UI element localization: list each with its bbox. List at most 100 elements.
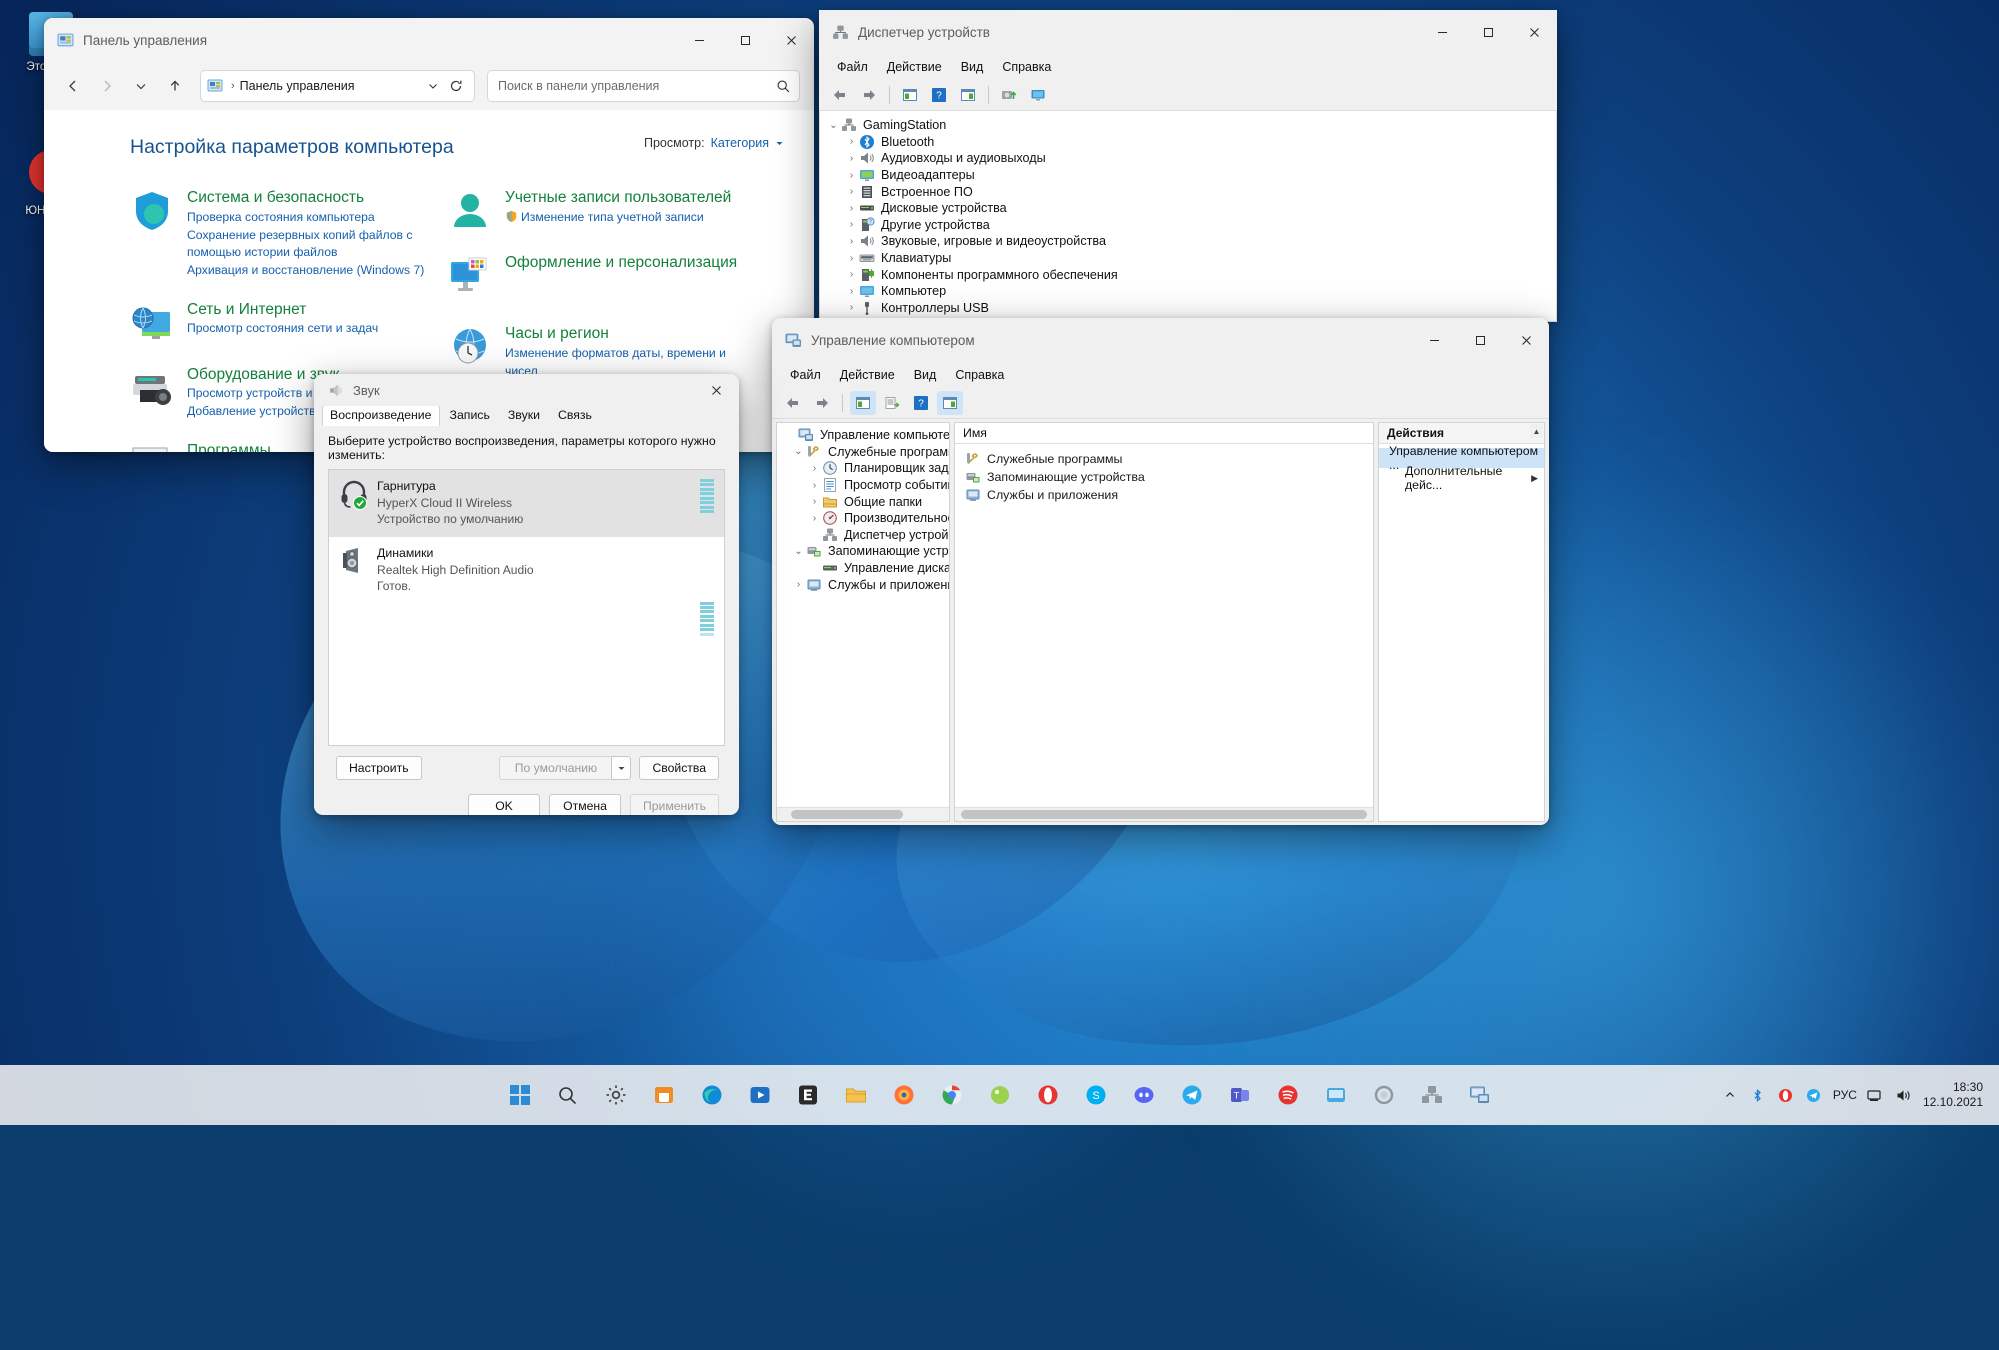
set-default-dropdown[interactable] (611, 756, 631, 780)
chevron-right-icon[interactable]: › (844, 286, 859, 297)
ok-button[interactable]: OK (468, 794, 540, 815)
opera-icon[interactable] (1028, 1075, 1068, 1115)
minimize-button[interactable] (676, 18, 722, 62)
refresh-button[interactable] (444, 74, 468, 98)
category-link[interactable]: Проверка состояния компьютера (187, 209, 430, 227)
address-bar[interactable]: › Панель управления (200, 70, 475, 102)
chevron-right-icon[interactable]: › (844, 203, 859, 214)
cortana-icon[interactable] (1364, 1075, 1404, 1115)
console-tree[interactable]: Управление компьютером (лс ⌄ Служебные п… (777, 423, 949, 593)
tree-node-performance[interactable]: › Производительность (777, 510, 949, 527)
show-hide-tree-icon[interactable] (850, 391, 876, 415)
close-button[interactable] (693, 374, 739, 406)
chevron-right-icon[interactable]: › (844, 302, 859, 313)
device-list-item[interactable]: Гарнитура HyperX Cloud II Wireless Устро… (329, 470, 724, 537)
tree-node-task-scheduler[interactable]: › Планировщик заданий (777, 460, 949, 477)
category-system-security[interactable]: Система и безопасность Проверка состояни… (130, 189, 430, 280)
tree-node-sound-video-game[interactable]: › Звуковые, игровые и видеоустройства (820, 233, 1556, 250)
minimize-button[interactable] (1411, 318, 1457, 362)
list-item[interactable]: Запоминающие устройства (955, 468, 1373, 486)
scroll-up-icon[interactable]: ▲ (1530, 424, 1543, 438)
menu-help[interactable]: Справка (994, 57, 1059, 77)
tree-node-shared-folders[interactable]: › Общие папки (777, 493, 949, 510)
minimize-button[interactable] (1419, 10, 1465, 54)
tree-node-device-manager[interactable]: Диспетчер устройств (777, 527, 949, 544)
chevron-right-icon[interactable]: › (844, 186, 859, 197)
chevron-right-icon[interactable]: › (844, 219, 859, 230)
category-title[interactable]: Сеть и Интернет (187, 301, 430, 319)
chrome-icon[interactable] (932, 1075, 972, 1115)
menu-action[interactable]: Действие (832, 365, 903, 385)
tree-horizontal-scrollbar[interactable] (777, 807, 949, 821)
back-button[interactable] (58, 71, 88, 101)
search-icon[interactable] (548, 1075, 588, 1115)
device-manager-window[interactable]: Диспетчер устройств Файл Действие Вид Сп… (819, 10, 1557, 320)
category-link[interactable]: Просмотр состояния сети и задач (187, 320, 430, 338)
list-body[interactable]: Служебные программы Запоминающие устройс… (955, 444, 1373, 504)
help-icon[interactable]: ? (908, 391, 934, 415)
chevron-right-icon[interactable]: › (844, 253, 859, 264)
chevron-up-icon[interactable] (1721, 1086, 1739, 1104)
up-button[interactable] (160, 71, 190, 101)
chevron-right-icon[interactable]: › (807, 513, 822, 524)
list-item[interactable]: Службы и приложения (955, 486, 1373, 504)
category-appearance-personalization[interactable]: Оформление и персонализация (448, 254, 748, 298)
category-clock-region[interactable]: Часы и регион Изменение форматов даты, в… (448, 325, 748, 380)
maximize-button[interactable] (1465, 10, 1511, 54)
help-icon[interactable]: ? (926, 83, 952, 107)
view-value[interactable]: Категория (711, 136, 769, 150)
tree-node-services-applications[interactable]: › Службы и приложения (777, 576, 949, 593)
chevron-right-icon[interactable]: › (844, 170, 859, 181)
chevron-right-icon[interactable]: › (844, 269, 859, 280)
category-link[interactable]: Архивация и восстановление (Windows 7) (187, 262, 430, 280)
properties-button[interactable]: Свойства (639, 756, 719, 780)
chevron-right-icon[interactable]: › (844, 153, 859, 164)
tree-node-software-components[interactable]: › Компоненты программного обеспечения (820, 266, 1556, 283)
device-manager-menubar[interactable]: Файл Действие Вид Справка (819, 54, 1557, 80)
properties-icon[interactable] (937, 391, 963, 415)
export-list-icon[interactable] (879, 391, 905, 415)
properties-icon[interactable] (955, 83, 981, 107)
paint-icon[interactable] (980, 1075, 1020, 1115)
tree-node-audio-io[interactable]: › Аудиовходы и аудиовыходы (820, 150, 1556, 167)
chevron-down-icon[interactable]: ⌄ (791, 446, 806, 457)
menu-help[interactable]: Справка (947, 365, 1012, 385)
opera-tray-icon[interactable] (1777, 1086, 1795, 1104)
tree-node-firmware[interactable]: › Встроенное ПО (820, 183, 1556, 200)
set-default-split-button[interactable]: По умолчанию (499, 756, 631, 780)
music-icon[interactable] (1316, 1075, 1356, 1115)
tree-node-bluetooth[interactable]: › Bluetooth (820, 134, 1556, 151)
chevron-down-icon[interactable]: ⌄ (791, 546, 806, 557)
bluetooth-icon[interactable] (1749, 1086, 1767, 1104)
explorer-icon[interactable] (836, 1075, 876, 1115)
menu-view[interactable]: Вид (953, 57, 992, 77)
chevron-down-icon[interactable] (775, 139, 784, 148)
list-column-header-name[interactable]: Имя (955, 423, 1373, 444)
clock[interactable]: 18:30 12.10.2021 (1923, 1080, 1989, 1110)
menu-file[interactable]: Файл (782, 365, 829, 385)
tree-node-computer[interactable]: › Компьютер (820, 283, 1556, 300)
menu-file[interactable]: Файл (829, 57, 876, 77)
playback-device-list[interactable]: Гарнитура HyperX Cloud II Wireless Устро… (328, 469, 725, 746)
chevron-right-icon[interactable]: › (807, 480, 822, 491)
device-list-item[interactable]: Динамики Realtek High Definition Audio Г… (329, 537, 724, 604)
close-button[interactable] (1503, 318, 1549, 362)
taskbar[interactable]: S T РУС (0, 1065, 1999, 1125)
category-title[interactable]: Оформление и персонализация (505, 254, 748, 272)
computer-management-tree-pane[interactable]: Управление компьютером (лс ⌄ Служебные п… (776, 422, 950, 822)
forward-icon[interactable] (809, 391, 835, 415)
device-manager-taskbar-icon[interactable] (1412, 1075, 1452, 1115)
chevron-right-icon[interactable]: › (807, 463, 822, 474)
category-link[interactable]: Сохранение резервных копий файлов с помо… (187, 227, 430, 262)
list-item[interactable]: Служебные программы (955, 450, 1373, 468)
close-button[interactable] (1511, 10, 1557, 54)
chevron-right-icon[interactable]: › (844, 136, 859, 147)
telegram-icon[interactable] (1172, 1075, 1212, 1115)
chevron-right-icon[interactable]: › (807, 496, 822, 507)
computer-management-menubar[interactable]: Файл Действие Вид Справка (772, 362, 1549, 388)
list-horizontal-scrollbar[interactable] (955, 807, 1373, 821)
vlc-icon[interactable] (740, 1075, 780, 1115)
computer-management-toolbar[interactable]: ? (772, 388, 1549, 419)
search-icon[interactable] (776, 79, 791, 94)
firefox-icon[interactable] (884, 1075, 924, 1115)
